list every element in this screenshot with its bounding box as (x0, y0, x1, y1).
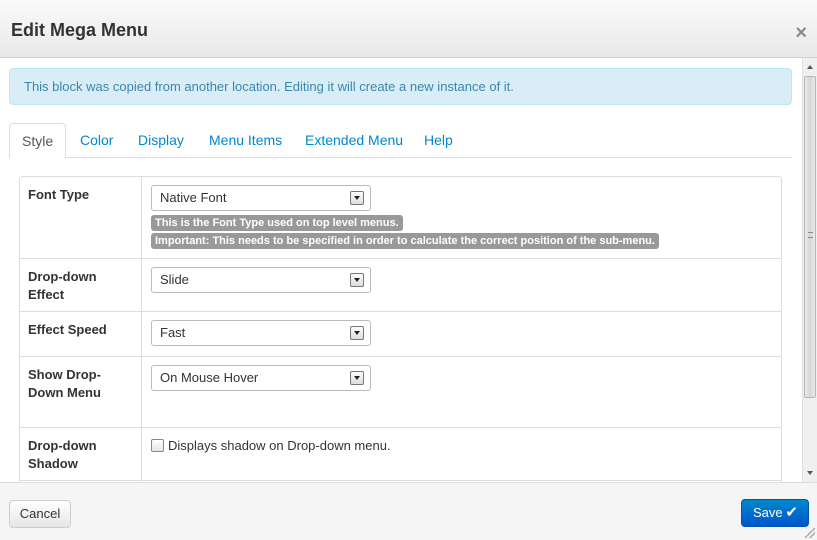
dropdown-effect-label: Drop-down Effect (20, 259, 142, 311)
scroll-down-arrow-icon[interactable] (803, 466, 817, 480)
tab-help[interactable]: Help (412, 123, 465, 158)
scroll-up-arrow-icon[interactable] (803, 60, 817, 74)
row-dropdown-effect: Drop-down Effect Slide (20, 259, 781, 312)
save-button-label: Save (753, 505, 783, 520)
info-alert: This block was copied from another locat… (9, 68, 792, 105)
chevron-down-icon (350, 191, 364, 205)
checkmark-icon: ✔ (785, 504, 798, 521)
show-dropdown-menu-select[interactable]: On Mouse Hover (151, 365, 371, 391)
dropdown-shadow-label: Drop-down Shadow (20, 428, 142, 480)
dialog-footer: Cancel Save ✔ (0, 482, 817, 540)
font-type-hint: This is the Font Type used on top level … (151, 215, 403, 231)
tab-menu-items[interactable]: Menu Items (197, 123, 294, 158)
close-icon[interactable]: × (795, 23, 807, 43)
font-type-select[interactable]: Native Font (151, 185, 371, 211)
tab-extended-menu[interactable]: Extended Menu (293, 123, 415, 158)
dialog-title: Edit Mega Menu (11, 20, 149, 40)
row-show-dropdown-menu: Show Drop-Down Menu On Mouse Hover (20, 357, 781, 428)
dropdown-shadow-checkbox[interactable] (151, 439, 164, 452)
show-dropdown-menu-value: On Mouse Hover (160, 370, 259, 385)
effect-speed-value: Fast (160, 325, 186, 340)
style-form-table: Font Type Native Font This is the Font T… (19, 176, 782, 482)
dropdown-effect-select[interactable]: Slide (151, 267, 371, 293)
dropdown-effect-value: Slide (160, 272, 189, 287)
dialog-body: This block was copied from another locat… (0, 58, 817, 482)
scrollbar-thumb[interactable] (804, 76, 816, 398)
effect-speed-label: Effect Speed (20, 312, 142, 356)
show-dropdown-menu-label: Show Drop-Down Menu (20, 357, 142, 427)
font-type-label: Font Type (20, 177, 142, 258)
chevron-down-icon (350, 371, 364, 385)
chevron-down-icon (350, 326, 364, 340)
edit-mega-menu-dialog: Edit Mega Menu × This block was copied f… (0, 0, 817, 540)
tab-display[interactable]: Display (126, 123, 196, 158)
row-font-type: Font Type Native Font This is the Font T… (20, 177, 781, 259)
save-button[interactable]: Save ✔ (741, 499, 809, 527)
dialog-header: Edit Mega Menu × (0, 0, 817, 58)
tab-bar: Style Color Display Menu Items Extended … (9, 123, 792, 159)
effect-speed-select[interactable]: Fast (151, 320, 371, 346)
tab-style[interactable]: Style (9, 123, 67, 159)
font-type-value: Native Font (160, 190, 227, 205)
resize-grip-icon[interactable] (805, 528, 815, 538)
row-dropdown-shadow: Drop-down Shadow Displays shadow on Drop… (20, 428, 781, 481)
row-effect-speed: Effect Speed Fast (20, 312, 781, 357)
chevron-down-icon (350, 273, 364, 287)
cancel-button[interactable]: Cancel (9, 500, 71, 528)
vertical-scrollbar[interactable] (802, 58, 817, 482)
dropdown-shadow-checkbox-label: Displays shadow on Drop-down menu. (168, 438, 391, 453)
font-type-important-hint: Important: This needs to be specified in… (151, 233, 659, 249)
tab-color[interactable]: Color (68, 123, 125, 158)
